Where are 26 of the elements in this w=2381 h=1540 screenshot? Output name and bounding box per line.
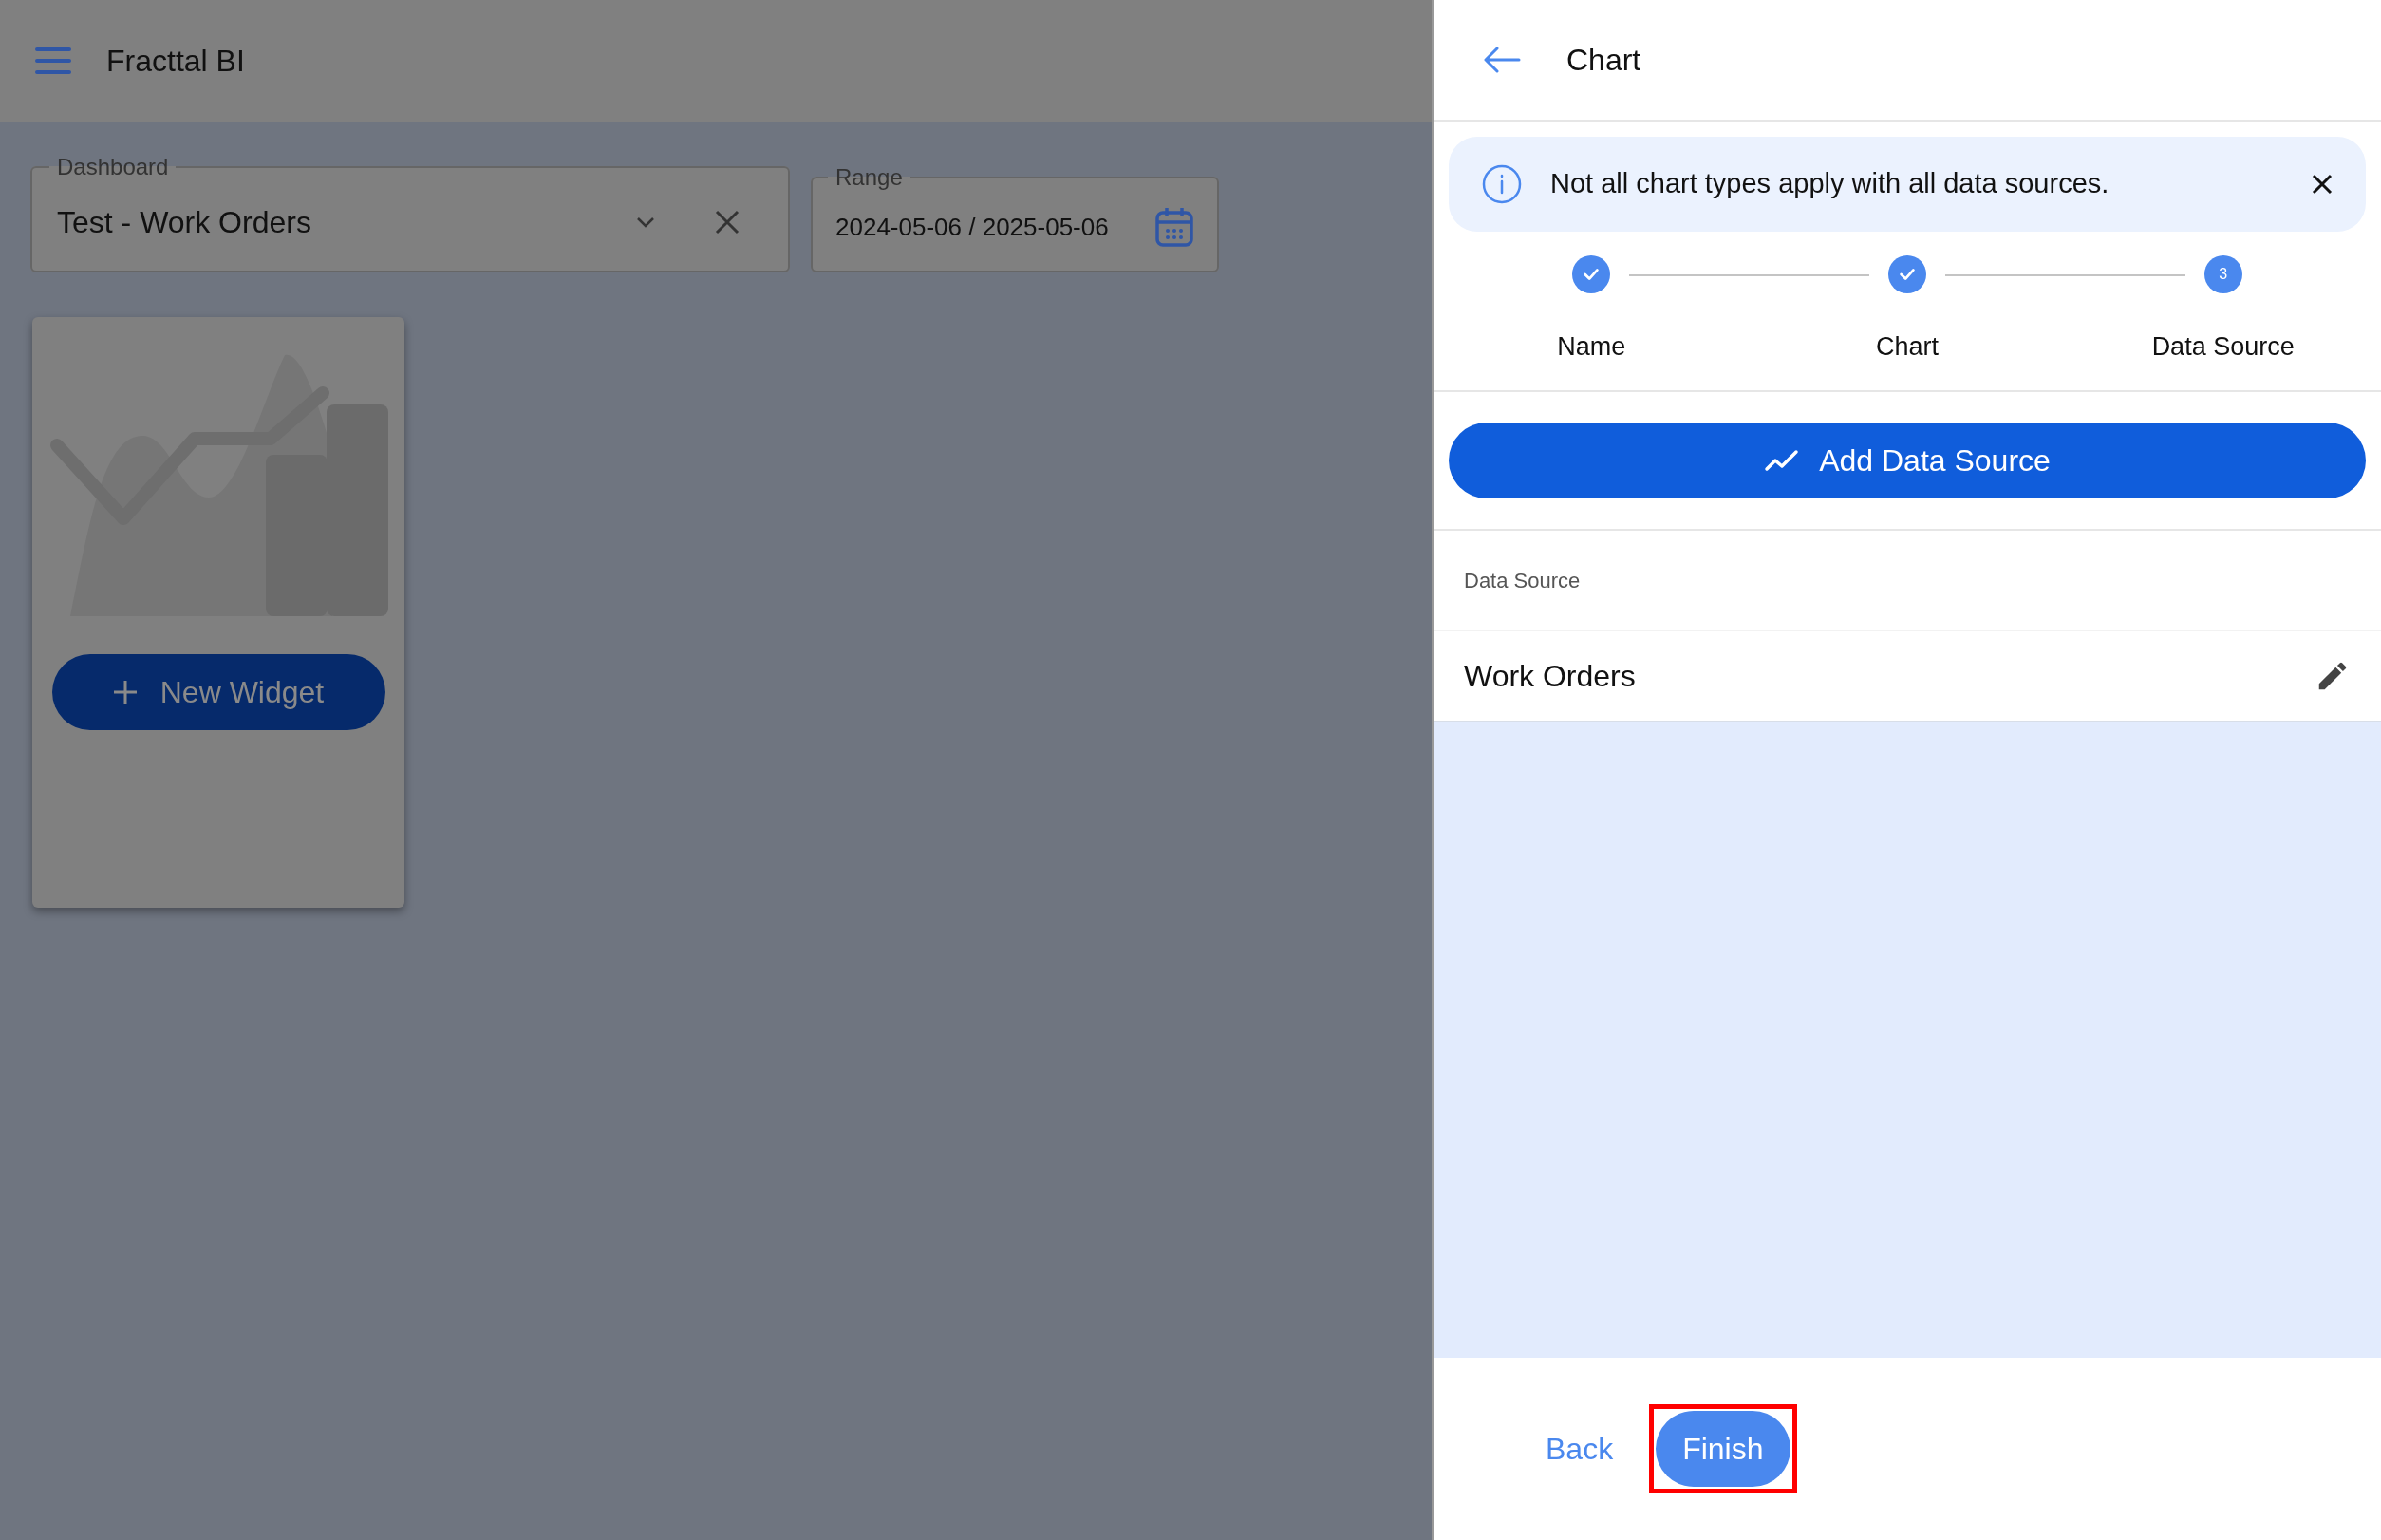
finish-button[interactable]: Finish <box>1656 1411 1790 1487</box>
add-data-source-button[interactable]: Add Data Source <box>1449 422 2366 498</box>
new-widget-button[interactable]: New Widget <box>51 654 385 730</box>
step-label: Data Source <box>2151 331 2295 363</box>
select-value: Test - Work Orders <box>57 203 312 241</box>
data-source-name: Work Orders <box>1464 657 1636 695</box>
plus-icon <box>112 680 138 704</box>
field-label: Range <box>834 164 904 191</box>
panel-title: Chart <box>1566 42 1641 79</box>
back-arrow-icon[interactable] <box>1483 47 1521 73</box>
field-label: Dashboard <box>56 154 170 180</box>
step-label: Name <box>1557 331 1626 363</box>
alert-text: Not all chart types apply with all data sources. <box>1550 167 2110 201</box>
info-icon <box>1482 164 1522 204</box>
app-title: Fracttal BI <box>106 43 245 80</box>
range-value: 2024-05-06 / 2025-05-06 <box>835 211 1109 243</box>
step-label: Chart <box>1876 331 1939 363</box>
chevron-down-icon[interactable] <box>635 215 656 229</box>
section-label: Data Source <box>1464 568 1581 592</box>
back-button[interactable]: Back <box>1538 1417 1622 1481</box>
close-icon[interactable] <box>2312 174 2333 195</box>
menu-icon[interactable] <box>34 47 72 75</box>
trend-line-icon <box>1764 448 1801 472</box>
calendar-icon[interactable] <box>1154 206 1194 248</box>
step-indicator: 3 <box>2203 255 2242 293</box>
data-source-item[interactable]: Work Orders <box>1434 629 2381 721</box>
